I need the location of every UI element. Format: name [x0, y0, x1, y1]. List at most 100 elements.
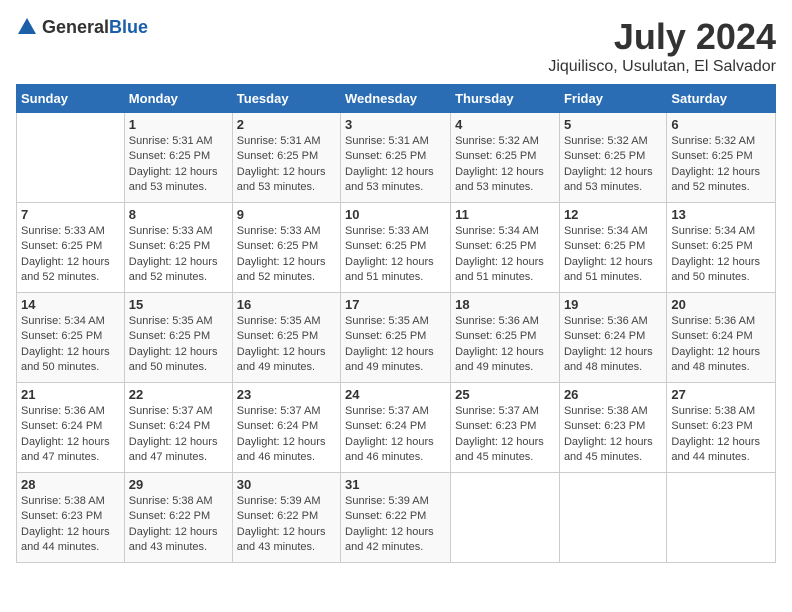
- day-number: 15: [129, 297, 228, 312]
- calendar-cell-w3-d7: 20 Sunrise: 5:36 AMSunset: 6:24 PMDayligh…: [667, 293, 776, 383]
- header-wednesday: Wednesday: [341, 85, 451, 113]
- header-friday: Friday: [559, 85, 666, 113]
- day-number: 22: [129, 387, 228, 402]
- week-row-4: 21 Sunrise: 5:36 AMSunset: 6:24 PMDayligh…: [17, 383, 776, 473]
- day-info: Sunrise: 5:37 AMSunset: 6:24 PMDaylight:…: [237, 404, 336, 466]
- calendar-cell-w2-d6: 12Sunrise: 5:34 AMSunset: 6:25 PMDayligh…: [559, 203, 666, 293]
- day-number: 25: [455, 387, 555, 402]
- day-number: 13: [671, 207, 771, 222]
- week-row-2: 7Sunrise: 5:33 AMSunset: 6:25 PMDaylight…: [17, 203, 776, 293]
- day-number: 26: [564, 387, 662, 402]
- day-info: Sunrise: 5:37 AMSunset: 6:23 PMDaylight:…: [455, 404, 555, 466]
- calendar-cell-w2-d4: 10Sunrise: 5:33 AMSunset: 6:25 PMDayligh…: [341, 203, 451, 293]
- day-number: 28: [21, 477, 120, 492]
- header-sunday: Sunday: [17, 85, 125, 113]
- day-info: Sunrise: 5:34 AMSunset: 6:25 PMDaylight:…: [564, 224, 662, 286]
- calendar-cell-w1-d4: 3 Sunrise: 5:31 AMSunset: 6:25 PMDaylight…: [341, 113, 451, 203]
- calendar-cell-w3-d4: 17Sunrise: 5:35 AMSunset: 6:25 PMDayligh…: [341, 293, 451, 383]
- day-info: Sunrise: 5:37 AMSunset: 6:24 PMDaylight:…: [345, 404, 446, 466]
- title-block: July 2024 Jiquilisco, Usulutan, El Salva…: [548, 16, 776, 76]
- day-number: 19: [564, 297, 662, 312]
- day-number: 4: [455, 117, 555, 132]
- calendar-cell-w1-d6: 5 Sunrise: 5:32 AMSunset: 6:25 PMDaylight…: [559, 113, 666, 203]
- day-info: Sunrise: 5:38 AMSunset: 6:23 PMDaylight:…: [564, 404, 662, 466]
- day-info: Sunrise: 5:36 AMSunset: 6:25 PMDaylight:…: [455, 314, 555, 376]
- day-info: Sunrise: 5:32 AMSunset: 6:25 PMDaylight:…: [564, 134, 662, 196]
- calendar-cell-w4-d6: 26 Sunrise: 5:38 AMSunset: 6:23 PMDayligh…: [559, 383, 666, 473]
- week-row-5: 28 Sunrise: 5:38 AMSunset: 6:23 PMDayligh…: [17, 473, 776, 563]
- calendar-cell-w4-d7: 27Sunrise: 5:38 AMSunset: 6:23 PMDayligh…: [667, 383, 776, 473]
- day-info: Sunrise: 5:31 AMSunset: 6:25 PMDaylight:…: [345, 134, 446, 196]
- day-number: 9: [237, 207, 336, 222]
- day-number: 24: [345, 387, 446, 402]
- calendar-cell-w5-d4: 31Sunrise: 5:39 AMSunset: 6:22 PMDayligh…: [341, 473, 451, 563]
- day-number: 27: [671, 387, 771, 402]
- day-number: 2: [237, 117, 336, 132]
- day-number: 1: [129, 117, 228, 132]
- day-number: 17: [345, 297, 446, 312]
- calendar-cell-w1-d2: 1Sunrise: 5:31 AMSunset: 6:25 PMDaylight…: [124, 113, 232, 203]
- calendar-cell-w2-d1: 7Sunrise: 5:33 AMSunset: 6:25 PMDaylight…: [17, 203, 125, 293]
- day-info: Sunrise: 5:34 AMSunset: 6:25 PMDaylight:…: [21, 314, 120, 376]
- calendar-cell-w4-d4: 24 Sunrise: 5:37 AMSunset: 6:24 PMDayligh…: [341, 383, 451, 473]
- page-header: GeneralBlue July 2024 Jiquilisco, Usulut…: [16, 16, 776, 76]
- calendar-cell-w2-d5: 11 Sunrise: 5:34 AMSunset: 6:25 PMDayligh…: [451, 203, 560, 293]
- day-number: 8: [129, 207, 228, 222]
- calendar-cell-w4-d5: 25 Sunrise: 5:37 AMSunset: 6:23 PMDayligh…: [451, 383, 560, 473]
- day-info: Sunrise: 5:33 AMSunset: 6:25 PMDaylight:…: [21, 224, 120, 286]
- weekday-header-row: Sunday Monday Tuesday Wednesday Thursday…: [17, 85, 776, 113]
- day-number: 29: [129, 477, 228, 492]
- day-info: Sunrise: 5:37 AMSunset: 6:24 PMDaylight:…: [129, 404, 228, 466]
- calendar-cell-w4-d2: 22 Sunrise: 5:37 AMSunset: 6:24 PMDayligh…: [124, 383, 232, 473]
- calendar-cell-w1-d1: [17, 113, 125, 203]
- calendar-cell-w5-d6: [559, 473, 666, 563]
- day-number: 18: [455, 297, 555, 312]
- header-thursday: Thursday: [451, 85, 560, 113]
- logo-general: GeneralBlue: [42, 17, 148, 38]
- calendar-cell-w2-d3: 9 Sunrise: 5:33 AMSunset: 6:25 PMDaylight…: [232, 203, 340, 293]
- calendar-cell-w2-d2: 8 Sunrise: 5:33 AMSunset: 6:25 PMDaylight…: [124, 203, 232, 293]
- day-info: Sunrise: 5:33 AMSunset: 6:25 PMDaylight:…: [237, 224, 336, 286]
- day-info: Sunrise: 5:36 AMSunset: 6:24 PMDaylight:…: [564, 314, 662, 376]
- calendar-cell-w5-d2: 29 Sunrise: 5:38 AMSunset: 6:22 PMDayligh…: [124, 473, 232, 563]
- day-info: Sunrise: 5:39 AMSunset: 6:22 PMDaylight:…: [237, 494, 336, 556]
- day-info: Sunrise: 5:33 AMSunset: 6:25 PMDaylight:…: [129, 224, 228, 286]
- calendar-cell-w3-d2: 15 Sunrise: 5:35 AMSunset: 6:25 PMDayligh…: [124, 293, 232, 383]
- day-number: 6: [671, 117, 771, 132]
- calendar-cell-w5-d7: [667, 473, 776, 563]
- day-info: Sunrise: 5:35 AMSunset: 6:25 PMDaylight:…: [129, 314, 228, 376]
- calendar-location: Jiquilisco, Usulutan, El Salvador: [548, 58, 776, 76]
- day-info: Sunrise: 5:33 AMSunset: 6:25 PMDaylight:…: [345, 224, 446, 286]
- day-info: Sunrise: 5:38 AMSunset: 6:22 PMDaylight:…: [129, 494, 228, 556]
- day-number: 11: [455, 207, 555, 222]
- header-monday: Monday: [124, 85, 232, 113]
- header-saturday: Saturday: [667, 85, 776, 113]
- calendar-cell-w3-d1: 14 Sunrise: 5:34 AMSunset: 6:25 PMDayligh…: [17, 293, 125, 383]
- calendar-cell-w3-d5: 18 Sunrise: 5:36 AMSunset: 6:25 PMDayligh…: [451, 293, 560, 383]
- day-number: 21: [21, 387, 120, 402]
- calendar-cell-w5-d5: [451, 473, 560, 563]
- day-number: 3: [345, 117, 446, 132]
- day-info: Sunrise: 5:36 AMSunset: 6:24 PMDaylight:…: [671, 314, 771, 376]
- day-info: Sunrise: 5:31 AMSunset: 6:25 PMDaylight:…: [237, 134, 336, 196]
- day-info: Sunrise: 5:34 AMSunset: 6:25 PMDaylight:…: [455, 224, 555, 286]
- calendar-cell-w3-d6: 19 Sunrise: 5:36 AMSunset: 6:24 PMDayligh…: [559, 293, 666, 383]
- calendar-cell-w5-d3: 30 Sunrise: 5:39 AMSunset: 6:22 PMDayligh…: [232, 473, 340, 563]
- calendar-body: 1 Sunrise: 5:31 AMSunset: 6:25 PMDaylight…: [17, 113, 776, 563]
- day-info: Sunrise: 5:32 AMSunset: 6:25 PMDaylight:…: [671, 134, 771, 196]
- calendar-table: Sunday Monday Tuesday Wednesday Thursday…: [16, 84, 776, 563]
- calendar-cell-w1-d5: 4 Sunrise: 5:32 AMSunset: 6:25 PMDaylight…: [451, 113, 560, 203]
- day-number: 16: [237, 297, 336, 312]
- day-number: 20: [671, 297, 771, 312]
- week-row-3: 14 Sunrise: 5:34 AMSunset: 6:25 PMDayligh…: [17, 293, 776, 383]
- day-number: 23: [237, 387, 336, 402]
- calendar-cell-w4-d1: 21 Sunrise: 5:36 AMSunset: 6:24 PMDayligh…: [17, 383, 125, 473]
- day-info: Sunrise: 5:39 AMSunset: 6:22 PMDaylight:…: [345, 494, 446, 556]
- day-info: Sunrise: 5:38 AMSunset: 6:23 PMDaylight:…: [21, 494, 120, 556]
- day-number: 30: [237, 477, 336, 492]
- day-number: 5: [564, 117, 662, 132]
- day-info: Sunrise: 5:32 AMSunset: 6:25 PMDaylight:…: [455, 134, 555, 196]
- day-info: Sunrise: 5:36 AMSunset: 6:24 PMDaylight:…: [21, 404, 120, 466]
- calendar-cell-w1-d7: 6 Sunrise: 5:32 AMSunset: 6:25 PMDaylight…: [667, 113, 776, 203]
- day-number: 14: [21, 297, 120, 312]
